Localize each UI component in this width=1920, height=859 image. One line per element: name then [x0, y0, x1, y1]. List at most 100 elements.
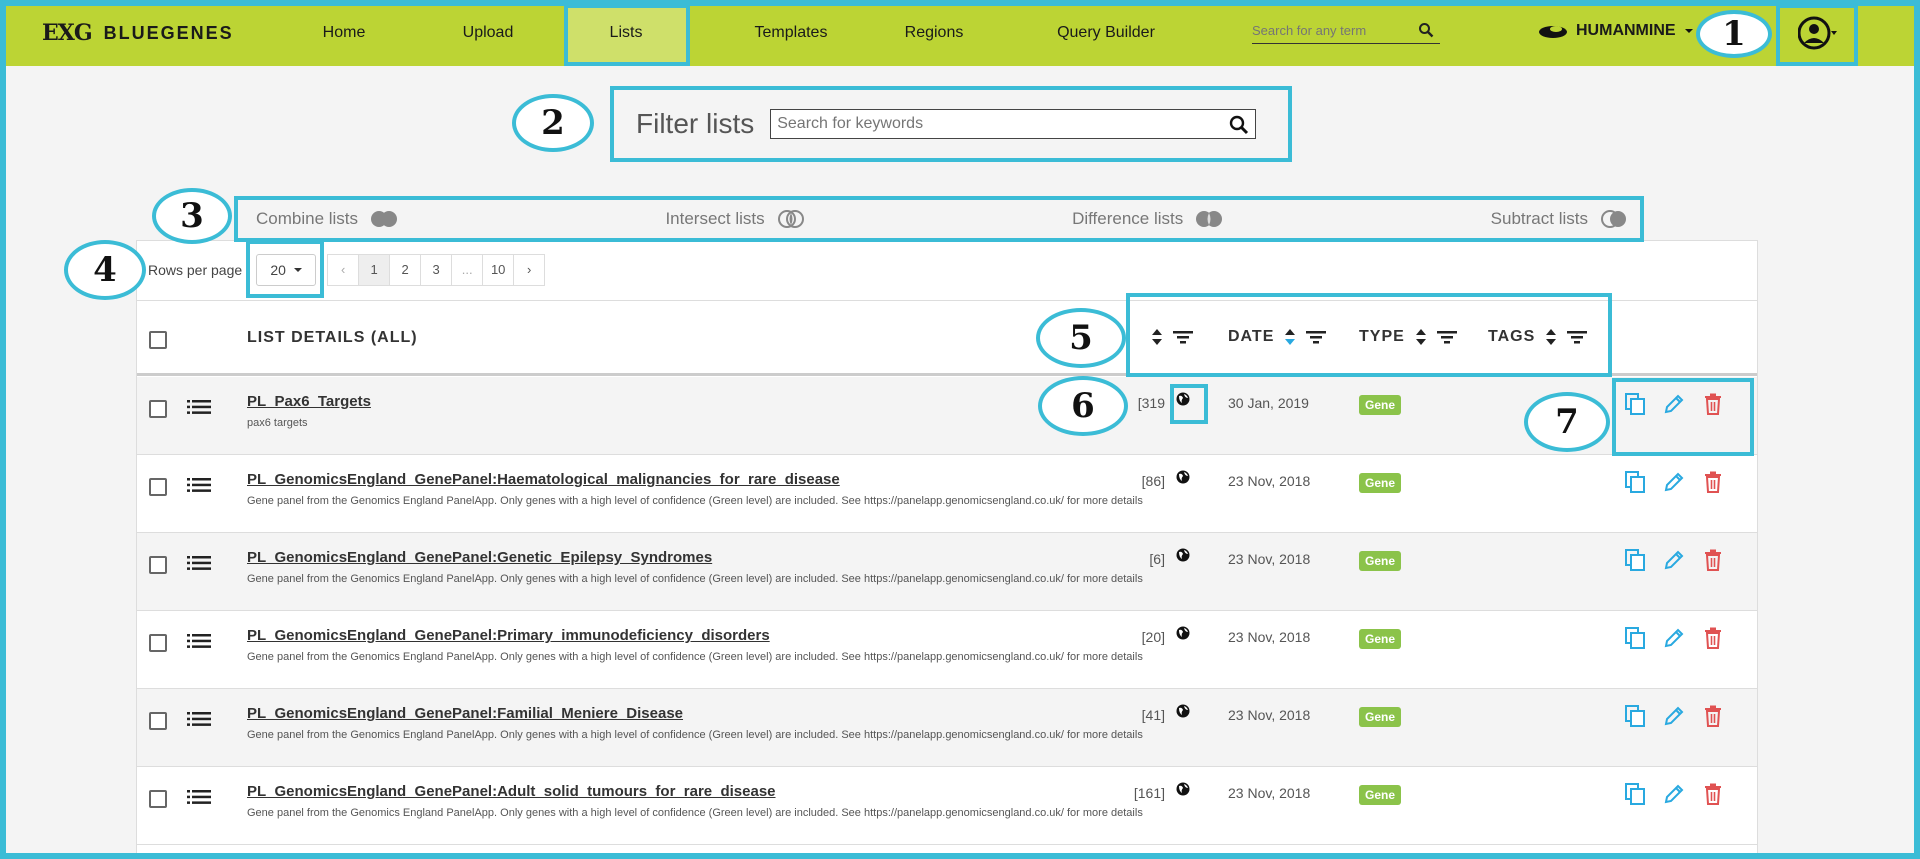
globe-icon	[1176, 470, 1190, 489]
toggle-icon	[777, 210, 804, 228]
type-badge: Gene	[1359, 551, 1402, 571]
table-header: LIST DETAILS (ALL) DATE TYPE TAGS	[137, 300, 1757, 376]
list-icon[interactable]	[187, 633, 211, 654]
sort-icon[interactable]	[1284, 328, 1296, 346]
edit-icon[interactable]	[1663, 549, 1685, 576]
table-row: PL_Pax6_Targets pax6 targets [319 30 Jan…	[137, 377, 1757, 455]
logo-mark: EXG	[42, 20, 93, 46]
nav-home[interactable]: Home	[294, 0, 394, 66]
page-button[interactable]: 10	[482, 254, 515, 286]
toggle-icon	[1196, 211, 1223, 227]
row-actions	[1625, 549, 1723, 576]
copy-icon[interactable]	[1625, 783, 1645, 810]
top-navbar: EXG BLUEGENES Home Upload Lists Template…	[0, 0, 1920, 66]
page-button[interactable]: 3	[420, 254, 453, 286]
list-icon[interactable]	[187, 711, 211, 732]
user-menu[interactable]	[1797, 16, 1838, 55]
list-description: Gene panel from the Genomics England Pan…	[247, 495, 1143, 507]
edit-icon[interactable]	[1663, 783, 1685, 810]
table-row: PL_GenomicsEngland_GenePanel:Adult_solid…	[137, 767, 1757, 845]
nav-regions[interactable]: Regions	[884, 0, 984, 66]
list-date: 23 Nov, 2018	[1228, 785, 1311, 801]
subtract-lists[interactable]: Subtract lists	[1491, 209, 1628, 229]
delete-icon[interactable]	[1703, 471, 1723, 498]
intersect-lists[interactable]: Intersect lists	[665, 209, 804, 229]
mine-selector[interactable]: HUMANMINE	[1538, 22, 1694, 40]
combine-lists[interactable]: Combine lists	[256, 209, 398, 229]
select-all-checkbox[interactable]	[149, 331, 167, 349]
row-checkbox[interactable]	[149, 400, 167, 418]
copy-icon[interactable]	[1625, 549, 1645, 576]
edit-icon[interactable]	[1663, 393, 1685, 420]
copy-icon[interactable]	[1625, 627, 1645, 654]
row-checkbox[interactable]	[149, 478, 167, 496]
filter-icon[interactable]	[1173, 330, 1193, 344]
list-date: 23 Nov, 2018	[1228, 551, 1311, 567]
list-count: [20]	[1141, 629, 1165, 645]
prev-page-button[interactable]: ‹	[327, 254, 360, 286]
list-icon[interactable]	[187, 789, 211, 810]
copy-icon[interactable]	[1625, 705, 1645, 732]
difference-lists-label: Difference lists	[1072, 209, 1184, 228]
row-checkbox[interactable]	[149, 790, 167, 808]
row-actions	[1625, 783, 1723, 810]
tags-column-header: TAGS	[1488, 328, 1588, 346]
row-checkbox[interactable]	[149, 556, 167, 574]
list-title-link[interactable]: PL_GenomicsEngland_GenePanel:Adult_solid…	[247, 783, 776, 800]
filter-icon[interactable]	[1567, 330, 1588, 344]
page-button[interactable]: 2	[389, 254, 422, 286]
rows-per-page-value: 20	[270, 262, 286, 278]
nav-query-builder[interactable]: Query Builder	[1036, 0, 1176, 66]
globe-icon	[1176, 392, 1190, 411]
type-badge: Gene	[1359, 473, 1402, 493]
type-badge: Gene	[1359, 395, 1402, 415]
edit-icon[interactable]	[1663, 471, 1685, 498]
next-page-button[interactable]: ›	[513, 254, 546, 286]
copy-icon[interactable]	[1625, 393, 1645, 420]
type-column-header: TYPE	[1359, 328, 1457, 346]
list-title-link[interactable]: PL_GenomicsEngland_GenePanel:Familial_Me…	[247, 705, 683, 722]
list-icon[interactable]	[187, 555, 211, 576]
edit-icon[interactable]	[1663, 705, 1685, 732]
row-checkbox[interactable]	[149, 712, 167, 730]
nav-upload[interactable]: Upload	[438, 0, 538, 66]
list-title-link[interactable]: PL_Pax6_Targets	[247, 393, 371, 410]
search-icon[interactable]	[1229, 115, 1249, 140]
edit-icon[interactable]	[1663, 627, 1685, 654]
delete-icon[interactable]	[1703, 393, 1723, 420]
rows-per-page-select[interactable]: 20	[256, 254, 317, 286]
delete-icon[interactable]	[1703, 783, 1723, 810]
sort-icon[interactable]	[1415, 328, 1427, 346]
page-button[interactable]: 1	[358, 254, 391, 286]
list-title-link[interactable]: PL_GenomicsEngland_GenePanel:Primary_imm…	[247, 627, 770, 644]
globe-icon	[1176, 704, 1190, 723]
search-icon[interactable]	[1418, 22, 1434, 43]
list-icon[interactable]	[187, 477, 211, 498]
list-title-link[interactable]: PL_GenomicsEngland_GenePanel:Haematologi…	[247, 471, 840, 488]
list-operations: Combine lists Intersect lists Difference…	[238, 198, 1642, 240]
list-icon[interactable]	[187, 399, 211, 420]
delete-icon[interactable]	[1703, 705, 1723, 732]
list-description: Gene panel from the Genomics England Pan…	[247, 651, 1143, 663]
difference-lists[interactable]: Difference lists	[1072, 209, 1223, 229]
list-date: 23 Nov, 2018	[1228, 473, 1311, 489]
filter-icon[interactable]	[1436, 330, 1457, 344]
filter-search-input[interactable]	[771, 110, 1212, 138]
copy-icon[interactable]	[1625, 471, 1645, 498]
page-ellipsis: ...	[451, 254, 484, 286]
row-actions	[1625, 705, 1723, 732]
nav-lists[interactable]: Lists	[566, 0, 686, 66]
delete-icon[interactable]	[1703, 627, 1723, 654]
sort-icon[interactable]	[1545, 328, 1557, 346]
nav-templates[interactable]: Templates	[726, 0, 856, 66]
logo[interactable]: EXG BLUEGENES	[42, 20, 234, 46]
filter-icon[interactable]	[1306, 330, 1327, 344]
nav-search-input[interactable]	[1252, 23, 1412, 38]
delete-icon[interactable]	[1703, 549, 1723, 576]
list-description: pax6 targets	[247, 417, 308, 429]
row-checkbox[interactable]	[149, 634, 167, 652]
date-column-header: DATE	[1228, 328, 1327, 346]
sort-icon[interactable]	[1151, 328, 1163, 346]
table-row: PL_GenomicsEngland_GenePanel:Primary_imm…	[137, 611, 1757, 689]
list-title-link[interactable]: PL_GenomicsEngland_GenePanel:Genetic_Epi…	[247, 549, 712, 566]
